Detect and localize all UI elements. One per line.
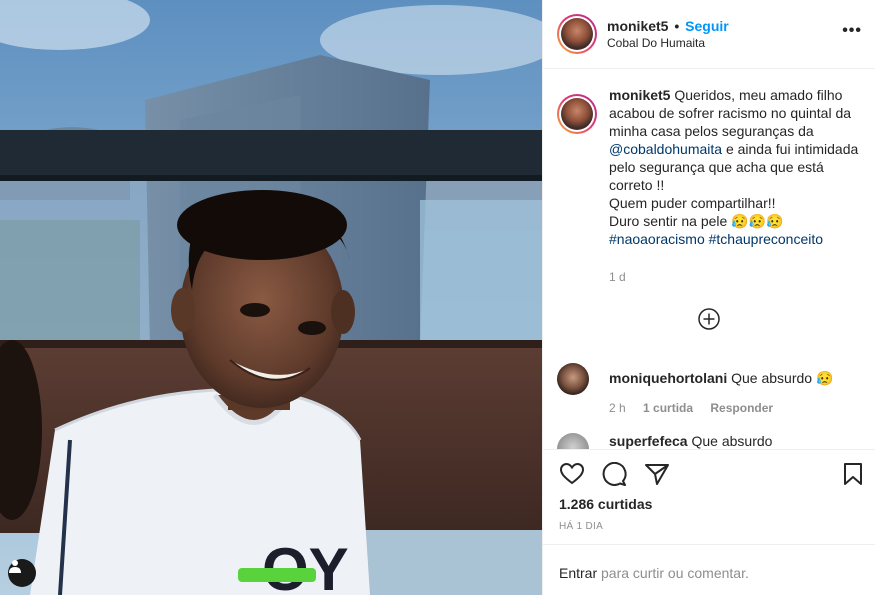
user-icon: [9, 560, 21, 573]
add-comment-bar: Entrar para curtir ou comentar.: [543, 544, 875, 596]
hashtag-link[interactable]: #tchaupreconceito: [709, 231, 823, 247]
login-prompt-text: para curtir ou comentar.: [597, 565, 749, 581]
bookmark-icon: [844, 463, 862, 485]
caption-text: moniket5 Queridos, meu amado filho acabo…: [609, 86, 863, 248]
paper-plane-icon[interactable]: [644, 462, 670, 486]
reply-button[interactable]: Responder: [710, 401, 773, 415]
svg-text:OY: OY: [262, 536, 349, 595]
author-line: moniket5 • Seguir: [607, 18, 729, 34]
comment-body: Que absurdo 😥: [731, 370, 834, 386]
user-tag-button[interactable]: [8, 559, 36, 587]
action-bar: 1.286 curtidas HÁ 1 DIA: [543, 449, 875, 546]
heart-icon[interactable]: [559, 462, 585, 486]
caption-avatar[interactable]: [557, 94, 597, 134]
login-link[interactable]: Entrar: [559, 565, 597, 581]
comment-icon[interactable]: [601, 461, 628, 486]
action-icons: [559, 461, 682, 491]
comment-item: superfefeca Que absurdo: [557, 433, 863, 449]
plus-circle-icon: [698, 308, 720, 330]
comment-time: 2 h: [609, 401, 626, 415]
caption-line3: Quem puder compartilhar!!: [609, 195, 776, 211]
caption-line4: Duro sentir na pele 😥😥😥: [609, 213, 784, 229]
commenter-avatar[interactable]: [557, 363, 589, 395]
author-username[interactable]: moniket5: [607, 18, 668, 34]
mention-link[interactable]: @cobaldohumaita: [609, 141, 722, 157]
commenter-username[interactable]: superfefeca: [609, 433, 688, 449]
comment-likes[interactable]: 1 curtida: [643, 401, 693, 415]
comment-text: superfefeca Que absurdo: [609, 433, 772, 449]
post-side-panel: moniket5 • Seguir Cobal Do Humaita ••• m…: [542, 0, 875, 595]
commenter-username[interactable]: moniquehortolani: [609, 370, 727, 386]
save-button[interactable]: [842, 462, 864, 491]
caption: moniket5 Queridos, meu amado filho acabo…: [557, 86, 863, 248]
caption-username[interactable]: moniket5: [609, 87, 670, 103]
comment-item: moniquehortolani Que absurdo 😥 2 h 1 cur…: [557, 363, 863, 419]
login-prompt: Entrar para curtir ou comentar.: [559, 565, 749, 581]
post-header: moniket5 • Seguir Cobal Do Humaita •••: [543, 0, 875, 69]
likes-count[interactable]: 1.286 curtidas: [559, 496, 652, 512]
commenter-avatar[interactable]: [557, 433, 589, 449]
comment-text: moniquehortolani Que absurdo 😥: [609, 370, 833, 387]
follow-button[interactable]: Seguir: [685, 18, 729, 34]
post-photo[interactable]: OY: [0, 0, 542, 595]
post-date: HÁ 1 DIA: [559, 521, 604, 532]
load-more-comments-button[interactable]: [698, 308, 720, 330]
author-avatar[interactable]: [557, 14, 597, 54]
comment-body: Que absurdo: [691, 433, 773, 449]
location-link[interactable]: Cobal Do Humaita: [607, 36, 705, 50]
separator-dot: •: [674, 18, 680, 34]
more-options-icon[interactable]: •••: [842, 22, 862, 40]
photo-illustration: OY: [0, 0, 542, 595]
comment-meta: 2 h 1 curtida Responder: [609, 401, 787, 415]
hashtag-link[interactable]: #naoaoracismo: [609, 231, 705, 247]
caption-time: 1 d: [609, 270, 626, 284]
